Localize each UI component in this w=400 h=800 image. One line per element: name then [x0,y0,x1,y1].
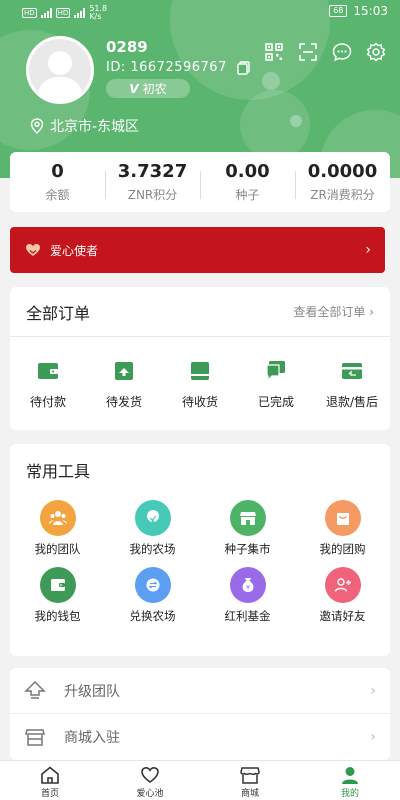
tools-card: 常用工具 我的团队 我的农场 种子集市 我的团购 我的钱包 兑换农场 ¥ 红利基… [10,444,390,656]
tool-my-farm[interactable]: 我的农场 [105,500,200,557]
nav-home[interactable]: 首页 [0,761,100,800]
heart-hands-icon [24,242,42,258]
nav-love-pool[interactable]: 爱心池 [100,761,200,800]
user-silhouette-icon [37,51,83,101]
shop-icon [240,766,260,784]
storefront-icon [24,726,46,748]
location-pin-icon [30,118,44,134]
hd-icon-2: HD [55,8,71,18]
list-item-mall-join[interactable]: 商城入驻 › [10,714,390,760]
stat-seeds[interactable]: 0.00 种子 [200,161,295,203]
shopping-bag-icon [324,500,361,536]
stat-balance[interactable]: 0 余额 [10,161,105,203]
tool-group-buy[interactable]: 我的团购 [295,500,390,557]
order-pending-payment[interactable]: 待付款 [10,359,86,410]
location[interactable]: 北京市-东城区 [30,116,139,136]
avatar[interactable] [26,36,94,104]
list-item-upgrade-team[interactable]: 升级团队 › [10,668,390,714]
chevron-right-icon: › [370,729,376,745]
tool-seed-market[interactable]: 种子集市 [200,500,295,557]
orders-card: 全部订单 查看全部订单 › 待付款 待发货 待收货 已完成 退款/售后 [10,287,390,430]
orders-title: 全部订单 [26,303,91,323]
wallet-icon [36,359,60,383]
status-bar: HD HD 51.8 K/s 68 15:03 [0,0,400,24]
exchange-icon [134,567,171,603]
wallet-icon [39,567,76,603]
net-speed: 51.8 K/s [89,4,108,21]
tree-icon [134,500,171,536]
box-up-icon [112,359,136,383]
signal-icon [40,8,52,18]
level-badge: V 初农 [106,79,190,98]
hd-icon: HD [22,8,37,18]
upgrade-arrow-icon [24,680,46,702]
order-refund[interactable]: 退款/售后 [314,359,390,410]
money-bag-icon: ¥ [229,567,266,603]
battery-indicator: 68 [329,5,348,17]
chevron-right-icon: › [370,682,376,699]
signal-icon-2 [74,8,86,18]
clock: 15:03 [353,4,388,18]
stats-card: 0 余额 3.7327 ZNR积分 0.00 种子 0.0000 ZR消费积分 [10,152,390,212]
chevron-right-icon: › [369,305,374,319]
package-icon [188,359,212,383]
stat-zr-points[interactable]: 0.0000 ZR消费积分 [295,161,390,203]
copy-icon[interactable] [237,60,250,75]
love-ambassador-banner[interactable]: 爱心使者 › [10,227,385,273]
refund-icon [340,359,364,383]
chevron-right-icon: › [365,242,371,258]
tool-my-wallet[interactable]: 我的钱包 [10,567,105,624]
tools-title: 常用工具 [26,462,91,481]
level-v-icon: V [129,81,139,96]
bottom-nav: 首页 爱心池 商城 我的 [0,760,400,800]
store-icon [229,500,266,536]
user-icon [340,766,360,784]
team-icon [39,500,76,536]
tool-exchange-farm[interactable]: 兑换农场 [105,567,200,624]
nav-mine[interactable]: 我的 [300,761,400,800]
tool-my-team[interactable]: 我的团队 [10,500,105,557]
qr-code-icon[interactable] [264,42,284,62]
svg-text:¥: ¥ [246,585,250,592]
tool-invite-friends[interactable]: 邀请好友 [295,567,390,624]
banner-label: 爱心使者 [50,243,99,258]
message-icon[interactable] [332,42,352,62]
order-pending-shipment[interactable]: 待发货 [86,359,162,410]
add-user-icon [324,567,361,603]
username: 0289 [106,38,148,56]
order-pending-receipt[interactable]: 待收货 [162,359,238,410]
order-completed[interactable]: 已完成 [238,359,314,410]
menu-list: 升级团队 › 商城入驻 › [10,668,390,760]
heart-icon [140,766,160,784]
view-all-orders-link[interactable]: 查看全部订单 › [293,303,374,320]
nav-mall[interactable]: 商城 [200,761,300,800]
scan-icon[interactable] [298,42,318,62]
tool-dividend-fund[interactable]: ¥ 红利基金 [200,567,295,624]
chat-done-icon [264,359,288,383]
stat-znr-points[interactable]: 3.7327 ZNR积分 [105,161,200,203]
user-id: ID: 16672596767 [106,60,250,75]
home-icon [40,766,60,784]
settings-gear-icon[interactable] [366,42,386,62]
